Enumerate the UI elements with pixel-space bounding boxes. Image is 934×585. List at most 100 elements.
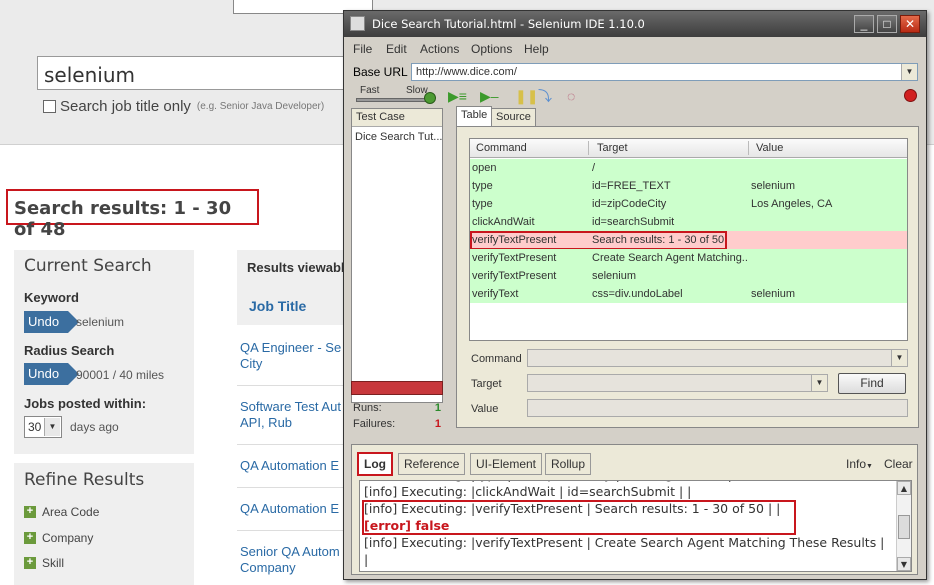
record-icon[interactable]	[904, 89, 917, 102]
menu-file[interactable]: File	[353, 42, 372, 56]
tab-source[interactable]: Source	[491, 108, 536, 126]
log-level-dropdown[interactable]: Info▼	[846, 457, 873, 471]
selenium-app-icon	[350, 16, 365, 31]
job-listing-link[interactable]: QA Automation E	[240, 458, 339, 474]
log-level-value: Info	[846, 457, 867, 471]
pause-icon[interactable]: ❚❚	[515, 89, 538, 103]
failed-row-highlight	[470, 231, 727, 250]
refine-item-label: Area Code	[42, 505, 100, 519]
command-row[interactable]: verifyTextPresent Create Search Agent Mat…	[470, 249, 907, 267]
job-title-line: QA Automation E	[240, 458, 340, 473]
menu-options[interactable]: Options	[471, 42, 512, 56]
target-input[interactable]: ▼	[527, 374, 828, 392]
search-results-heading: Search results: 1 - 30 of 48	[6, 189, 259, 240]
command-row[interactable]: type id=FREE_TEXT selenium	[470, 177, 907, 195]
job-title-line: QA Engineer - Se	[240, 340, 342, 355]
command-row[interactable]: verifyTextPresent Search results: 1 - 30 …	[470, 231, 907, 250]
column-target[interactable]: Target	[597, 142, 628, 154]
command-row[interactable]: type id=zipCodeCity Los Angeles, CA	[470, 195, 907, 213]
cell-command: verifyTextPresent	[472, 270, 557, 282]
cell-target: css=div.undoLabel	[592, 288, 683, 300]
chevron-down-icon[interactable]: ▼	[897, 557, 911, 571]
refine-results-panel: Refine Results + Area Code + Company + S…	[14, 463, 194, 585]
tab-rollup[interactable]: Rollup	[545, 453, 592, 475]
menu-actions[interactable]: Actions	[420, 42, 459, 56]
results-viewable-label: Results viewable	[247, 260, 352, 275]
speed-slider-handle[interactable]	[424, 92, 436, 104]
job-listing-link[interactable]: Software Test Aut API, Rub	[240, 399, 341, 431]
column-value[interactable]: Value	[756, 142, 783, 154]
close-button[interactable]: ✕	[900, 15, 920, 33]
job-title-only-checkbox[interactable]	[43, 100, 56, 113]
job-listing-link[interactable]: QA Automation E	[240, 501, 339, 517]
divider	[237, 530, 347, 531]
menu-edit[interactable]: Edit	[386, 42, 407, 56]
plus-icon[interactable]: +	[24, 506, 36, 518]
job-title-only-option[interactable]: Search job title only (e.g. Senior Java …	[43, 98, 324, 115]
job-title-column-header[interactable]: Job Title	[249, 298, 306, 314]
scrollbar-thumb[interactable]	[898, 515, 910, 539]
clear-log-button[interactable]: Clear	[884, 457, 913, 471]
chevron-down-icon[interactable]: ▼	[901, 64, 917, 80]
base-url-input[interactable]: http://www.dice.com/ ▼	[411, 63, 918, 81]
tab-table[interactable]: Table	[456, 106, 493, 126]
value-field-label: Value	[471, 403, 499, 415]
tab-log[interactable]: Log	[357, 452, 393, 476]
refine-item-skill[interactable]: + Skill	[24, 556, 64, 570]
runs-label: Runs:	[353, 402, 382, 414]
cell-target: /	[592, 162, 596, 174]
job-listing-link[interactable]: Senior QA Autom Company	[240, 544, 340, 576]
days-select[interactable]: 30 ▼	[24, 416, 62, 438]
panel-splitter[interactable]	[446, 111, 451, 429]
tab-ui-element[interactable]: UI-Element	[470, 453, 543, 475]
menu-help[interactable]: Help	[524, 42, 549, 56]
find-button[interactable]: Find	[838, 373, 906, 394]
search-input[interactable]: selenium	[37, 56, 357, 90]
current-search-title: Current Search	[24, 256, 152, 276]
chevron-down-icon[interactable]: ▼	[811, 375, 827, 391]
maximize-button[interactable]: □	[877, 15, 897, 33]
ide-titlebar[interactable]: Dice Search Tutorial.html - Selenium IDE…	[344, 11, 926, 37]
window-title: Dice Search Tutorial.html - Selenium IDE…	[372, 17, 645, 31]
divider	[237, 444, 347, 445]
command-input[interactable]: ▼	[527, 349, 908, 367]
play-test-icon[interactable]: ▶–	[480, 89, 499, 103]
plus-icon[interactable]: +	[24, 532, 36, 544]
chevron-down-icon[interactable]: ▼	[44, 418, 60, 436]
job-title-line: QA Automation E	[240, 501, 340, 516]
minimize-button[interactable]: _	[854, 15, 874, 33]
play-suite-icon[interactable]: ▶≡	[448, 89, 467, 103]
step-icon[interactable]: ⤵	[538, 89, 552, 103]
speed-slider[interactable]	[356, 98, 434, 102]
job-listing-link[interactable]: QA Engineer - Se City	[240, 340, 341, 372]
command-row[interactable]: open /	[470, 159, 907, 177]
cell-value: selenium	[751, 288, 796, 300]
plus-icon[interactable]: +	[24, 557, 36, 569]
test-case-item[interactable]: Dice Search Tut...	[355, 131, 442, 143]
rollup-icon[interactable]: ◌	[567, 89, 575, 103]
refine-item-area-code[interactable]: + Area Code	[24, 505, 99, 519]
tab-reference[interactable]: Reference	[398, 453, 466, 475]
job-title-line: City	[240, 356, 263, 371]
log-line: [info] Executing: |verifyTextPresent | C…	[364, 535, 885, 550]
keyword-value: selenium	[76, 315, 125, 329]
log-line: [info] Executing: |type | id=zipCodeCity…	[364, 481, 732, 482]
failures-count: 1	[434, 418, 441, 430]
refine-item-company[interactable]: + Company	[24, 531, 93, 545]
undo-radius-button[interactable]: Undo	[24, 363, 79, 385]
undo-keyword-button[interactable]: Undo	[24, 311, 79, 333]
chevron-up-icon[interactable]: ▲	[897, 481, 911, 495]
command-row[interactable]: verifyText css=div.undoLabel selenium	[470, 285, 907, 303]
command-row[interactable]: clickAndWait id=searchSubmit	[470, 213, 907, 231]
chevron-down-icon: ▼	[866, 463, 873, 470]
cell-command: type	[472, 198, 493, 210]
log-output: [info] Executing: |type | id=zipCodeCity…	[359, 480, 912, 572]
log-scrollbar[interactable]: ▲ ▼	[896, 481, 911, 571]
command-row[interactable]: verifyTextPresent selenium	[470, 267, 907, 285]
value-input[interactable]	[527, 399, 908, 417]
selenium-ide-window: Dice Search Tutorial.html - Selenium IDE…	[343, 10, 927, 580]
jobs-table-header: Results viewable Job Title	[237, 250, 352, 325]
job-title-line: Senior QA Autom	[240, 544, 340, 559]
chevron-down-icon[interactable]: ▼	[891, 350, 907, 366]
column-command[interactable]: Command	[476, 142, 527, 154]
